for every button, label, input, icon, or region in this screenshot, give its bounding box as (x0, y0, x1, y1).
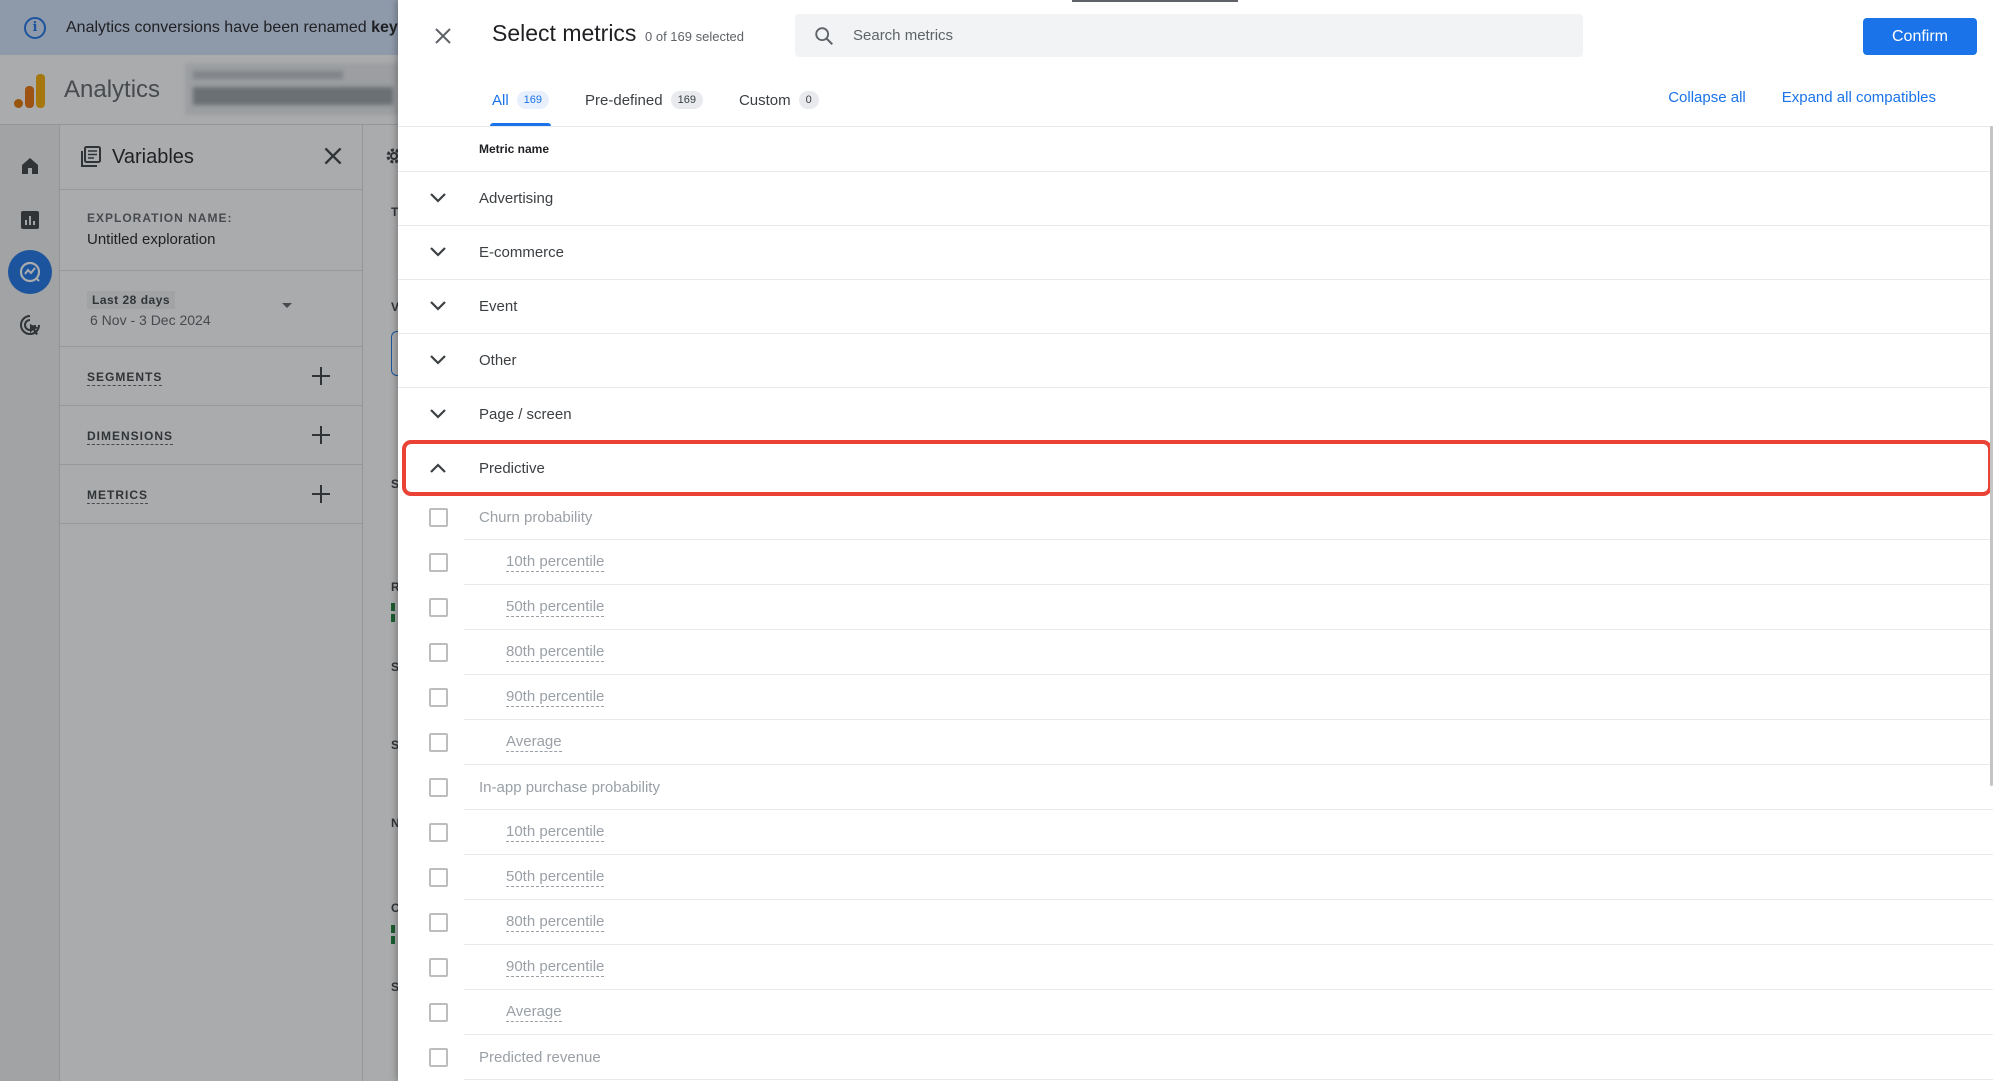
category-label: Page / screen (479, 406, 572, 423)
dialog-title: Select metrics (492, 20, 637, 46)
metric-row[interactable]: 10th percentile (398, 810, 1993, 855)
metric-label: Churn probability (479, 509, 593, 526)
tab-label: Custom (738, 91, 791, 109)
checkbox[interactable] (429, 823, 448, 842)
expand-all-compatibles-link[interactable]: Expand all compatibles (1782, 89, 1936, 106)
checkbox[interactable] (429, 1048, 448, 1067)
category-label: E-commerce (479, 244, 565, 261)
metric-row[interactable]: 80th percentile (398, 900, 1993, 945)
category-page-screen[interactable]: Page / screen (398, 387, 1993, 441)
checkbox[interactable] (429, 598, 448, 617)
metric-label: Average (506, 1003, 562, 1022)
category-label: Predictive (479, 460, 545, 477)
chevron-down-icon[interactable] (428, 299, 448, 313)
category-other[interactable]: Other (398, 333, 1993, 387)
metric-label: 10th percentile (506, 823, 605, 842)
metric-category-list: Advertising E-commerce Event Other Page … (398, 171, 1993, 1080)
expand-collapse-links: Collapse all Expand all compatibles (1668, 89, 1999, 106)
category-label: Advertising (479, 190, 554, 207)
metric-label: In-app purchase probability (479, 779, 660, 796)
metric-label: 80th percentile (506, 913, 605, 932)
tab-custom[interactable]: Custom 0 (739, 84, 819, 116)
metric-row[interactable]: 90th percentile (398, 945, 1993, 990)
row-divider (464, 1079, 1993, 1080)
chevron-down-icon[interactable] (428, 407, 448, 421)
metric-row[interactable]: 10th percentile (398, 540, 1993, 585)
metric-row[interactable]: 90th percentile (398, 675, 1993, 720)
metric-label: 90th percentile (506, 958, 605, 977)
metric-label: 50th percentile (506, 868, 605, 887)
tab-label: All (492, 91, 509, 109)
category-label: Event (479, 298, 518, 315)
metric-label: 50th percentile (506, 598, 605, 617)
category-label: Other (479, 352, 517, 369)
collapse-all-link[interactable]: Collapse all (1668, 89, 1746, 106)
metric-name-column-header: Metric name (479, 142, 550, 156)
checkbox[interactable] (429, 778, 448, 797)
tab-pre-defined[interactable]: Pre-defined 169 (585, 84, 703, 116)
checkbox[interactable] (429, 553, 448, 572)
chevron-down-icon[interactable] (428, 245, 448, 259)
chevron-up-icon[interactable] (428, 461, 448, 475)
category-predictive[interactable]: Predictive (402, 440, 1992, 496)
category-event[interactable]: Event (398, 279, 1993, 333)
checkbox[interactable] (429, 1003, 448, 1022)
tab-all[interactable]: All 169 (489, 84, 552, 126)
checkbox[interactable] (429, 688, 448, 707)
metric-row[interactable]: 80th percentile (398, 630, 1993, 675)
metric-row[interactable]: Churn probability (398, 495, 1993, 540)
checkbox[interactable] (429, 958, 448, 977)
modal-scrim[interactable] (0, 0, 398, 1081)
metric-label: 90th percentile (506, 688, 605, 707)
checkbox[interactable] (429, 913, 448, 932)
tab-count-badge: 169 (670, 91, 703, 109)
metric-row[interactable]: 50th percentile (398, 585, 1993, 630)
divider (398, 126, 1993, 127)
metric-tabs: All 169 Pre-defined 169 Custom 0 (489, 84, 855, 126)
metric-label: 10th percentile (506, 553, 605, 572)
confirm-button[interactable]: Confirm (1863, 18, 1977, 55)
category-advertising[interactable]: Advertising (398, 171, 1993, 225)
checkbox[interactable] (429, 733, 448, 752)
metric-row[interactable]: Predicted revenue (398, 1035, 1993, 1080)
metric-row[interactable]: 50th percentile (398, 855, 1993, 900)
metric-row[interactable]: Average (398, 990, 1993, 1035)
metric-label: Predicted revenue (479, 1049, 601, 1066)
select-metrics-dialog: Select metrics 0 of 169 selected Confirm… (398, 0, 1999, 1081)
search-metrics-field[interactable] (795, 14, 1583, 57)
metric-row[interactable]: Average (398, 720, 1993, 765)
chevron-down-icon[interactable] (428, 191, 448, 205)
predictive-metric-list: Churn probability 10th percentile 50th p… (398, 495, 1993, 1080)
checkbox[interactable] (429, 643, 448, 662)
metric-label: 80th percentile (506, 643, 605, 662)
chevron-down-icon[interactable] (428, 353, 448, 367)
scrollbar[interactable] (1990, 126, 1993, 786)
metric-label: Average (506, 733, 562, 752)
tab-count-badge: 0 (798, 91, 819, 109)
selection-count: 0 of 169 selected (645, 29, 745, 44)
metric-row[interactable]: In-app purchase probability (398, 765, 1993, 810)
search-icon (815, 26, 833, 45)
close-dialog-icon[interactable] (431, 24, 455, 48)
checkbox[interactable] (429, 508, 448, 527)
drag-handle (1072, 0, 1238, 2)
search-metrics-input[interactable] (853, 27, 1553, 44)
category-e-commerce[interactable]: E-commerce (398, 225, 1993, 279)
checkbox[interactable] (429, 868, 448, 887)
tab-count-badge: 169 (516, 91, 550, 109)
tab-label: Pre-defined (585, 91, 663, 109)
